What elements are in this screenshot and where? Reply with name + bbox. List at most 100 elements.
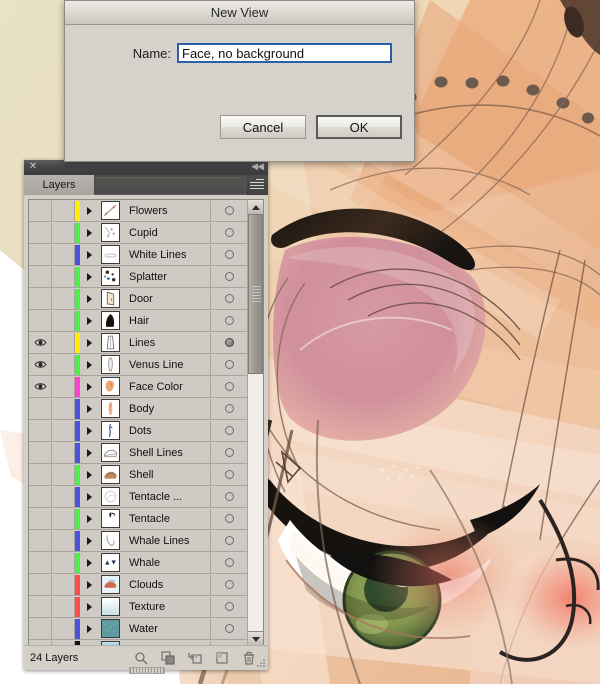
- layer-row[interactable]: Face Color: [29, 376, 247, 398]
- visibility-toggle[interactable]: [29, 552, 52, 573]
- layer-row[interactable]: Venus Line: [29, 354, 247, 376]
- target-indicator[interactable]: [210, 552, 247, 573]
- layer-name[interactable]: Texture: [121, 601, 210, 613]
- target-indicator[interactable]: [210, 266, 247, 287]
- target-indicator[interactable]: [210, 398, 247, 419]
- layer-row[interactable]: Whale: [29, 552, 247, 574]
- layer-row[interactable]: Tentacle: [29, 508, 247, 530]
- visibility-toggle[interactable]: [29, 200, 52, 221]
- layer-row[interactable]: Water: [29, 618, 247, 640]
- lock-toggle[interactable]: [52, 288, 75, 309]
- target-indicator[interactable]: [210, 530, 247, 551]
- layer-row[interactable]: Shell Lines: [29, 442, 247, 464]
- visibility-toggle[interactable]: [29, 442, 52, 463]
- layer-row[interactable]: Body: [29, 398, 247, 420]
- expand-triangle-icon[interactable]: [80, 311, 99, 331]
- layer-row[interactable]: Tentacle ...: [29, 486, 247, 508]
- layer-row[interactable]: Dots: [29, 420, 247, 442]
- layer-name[interactable]: Whale: [121, 557, 210, 569]
- visibility-toggle[interactable]: [29, 486, 52, 507]
- target-indicator[interactable]: [210, 200, 247, 221]
- scroll-down-arrow[interactable]: [248, 631, 263, 646]
- layer-name[interactable]: Face Color: [121, 381, 210, 393]
- expand-triangle-icon[interactable]: [80, 399, 99, 419]
- lock-toggle[interactable]: [52, 332, 75, 353]
- layers-panel[interactable]: ✕ ◀◀ Layers Flowers Cupid White Lines Splat…: [24, 160, 268, 674]
- target-indicator[interactable]: [210, 222, 247, 243]
- delete-layer-icon[interactable]: [242, 651, 256, 665]
- expand-triangle-icon[interactable]: [80, 531, 99, 551]
- expand-triangle-icon[interactable]: [80, 597, 99, 617]
- expand-triangle-icon[interactable]: [80, 575, 99, 595]
- lock-toggle[interactable]: [52, 310, 75, 331]
- target-indicator[interactable]: [210, 332, 247, 353]
- layer-name[interactable]: Tentacle ...: [121, 491, 210, 503]
- layer-name[interactable]: Shell: [121, 469, 210, 481]
- visibility-toggle[interactable]: [29, 420, 52, 441]
- expand-triangle-icon[interactable]: [80, 245, 99, 265]
- close-icon[interactable]: ✕: [28, 162, 38, 172]
- new-view-dialog[interactable]: New View Name: Cancel OK: [64, 0, 415, 162]
- tab-layers[interactable]: Layers: [24, 175, 95, 195]
- expand-triangle-icon[interactable]: [80, 355, 99, 375]
- expand-triangle-icon[interactable]: [80, 509, 99, 529]
- expand-triangle-icon[interactable]: [80, 223, 99, 243]
- layer-row[interactable]: Clouds: [29, 574, 247, 596]
- lock-toggle[interactable]: [52, 354, 75, 375]
- lock-toggle[interactable]: [52, 266, 75, 287]
- expand-triangle-icon[interactable]: [80, 201, 99, 221]
- collapse-icon[interactable]: ◀◀: [251, 161, 264, 172]
- lock-toggle[interactable]: [52, 530, 75, 551]
- visibility-toggle[interactable]: [29, 244, 52, 265]
- layer-name[interactable]: Whale Lines: [121, 535, 210, 547]
- layer-name[interactable]: Hair: [121, 315, 210, 327]
- expand-triangle-icon[interactable]: [80, 553, 99, 573]
- expand-triangle-icon[interactable]: [80, 289, 99, 309]
- panel-tabbar[interactable]: Layers: [24, 175, 268, 195]
- lock-toggle[interactable]: [52, 442, 75, 463]
- target-indicator[interactable]: [210, 354, 247, 375]
- layer-row[interactable]: White Lines: [29, 244, 247, 266]
- lock-toggle[interactable]: [52, 464, 75, 485]
- layer-name[interactable]: Tentacle: [121, 513, 210, 525]
- lock-toggle[interactable]: [52, 508, 75, 529]
- layer-row[interactable]: Door: [29, 288, 247, 310]
- layer-row[interactable]: Texture: [29, 596, 247, 618]
- visibility-toggle[interactable]: [29, 288, 52, 309]
- expand-triangle-icon[interactable]: [80, 421, 99, 441]
- ok-button[interactable]: OK: [316, 115, 402, 139]
- layers-scrollbar[interactable]: [247, 200, 263, 646]
- lock-toggle[interactable]: [52, 398, 75, 419]
- target-indicator[interactable]: [210, 508, 247, 529]
- layer-row[interactable]: Lines: [29, 332, 247, 354]
- expand-triangle-icon[interactable]: [80, 487, 99, 507]
- layer-row[interactable]: Cupid: [29, 222, 247, 244]
- lock-toggle[interactable]: [52, 618, 75, 639]
- target-indicator[interactable]: [210, 486, 247, 507]
- resize-grip[interactable]: [257, 659, 266, 668]
- layer-name[interactable]: Lines: [121, 337, 210, 349]
- layer-name[interactable]: White Lines: [121, 249, 210, 261]
- layer-name[interactable]: Flowers: [121, 205, 210, 217]
- layer-row[interactable]: Splatter: [29, 266, 247, 288]
- layer-row[interactable]: Shell: [29, 464, 247, 486]
- layer-name[interactable]: Water: [121, 623, 210, 635]
- lock-toggle[interactable]: [52, 574, 75, 595]
- lock-toggle[interactable]: [52, 222, 75, 243]
- panel-drag-handle[interactable]: [129, 667, 165, 674]
- layer-name[interactable]: Clouds: [121, 579, 210, 591]
- scrollbar-track[interactable]: [248, 214, 263, 632]
- target-indicator[interactable]: [210, 596, 247, 617]
- visibility-toggle[interactable]: [29, 464, 52, 485]
- layer-name[interactable]: Cupid: [121, 227, 210, 239]
- layer-name[interactable]: Door: [121, 293, 210, 305]
- expand-triangle-icon[interactable]: [80, 333, 99, 353]
- layer-row[interactable]: Hair: [29, 310, 247, 332]
- layer-name[interactable]: Venus Line: [121, 359, 210, 371]
- new-sublayer-icon[interactable]: [188, 651, 202, 665]
- visibility-toggle[interactable]: [29, 508, 52, 529]
- visibility-eye-icon[interactable]: [29, 332, 52, 353]
- target-indicator[interactable]: [210, 310, 247, 331]
- expand-triangle-icon[interactable]: [80, 465, 99, 485]
- visibility-toggle[interactable]: [29, 574, 52, 595]
